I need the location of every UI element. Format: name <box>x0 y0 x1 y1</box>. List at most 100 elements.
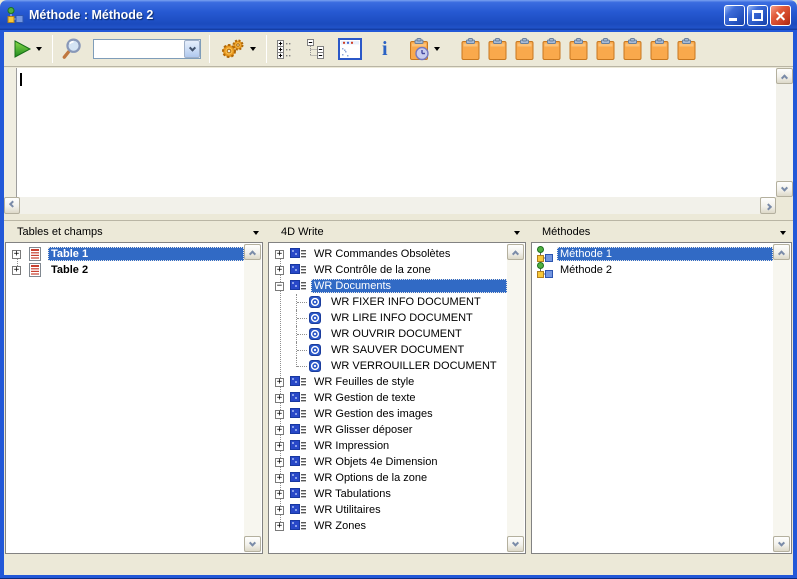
tree-item[interactable]: WR VERROUILLER DOCUMENT <box>270 358 507 374</box>
tree-item[interactable]: +WR Commandes Obsolètes <box>270 246 507 262</box>
expander-plus-icon[interactable]: + <box>275 506 284 515</box>
panel-menu-arrow-icon[interactable] <box>253 231 259 235</box>
tree-item-label: WR Tabulations <box>311 487 507 501</box>
minimize-icon <box>729 18 737 21</box>
tree-item[interactable]: +Table 2 <box>7 262 244 278</box>
tree-item[interactable]: +WR Zones <box>270 518 507 534</box>
tree-item[interactable]: +WR Glisser déposer <box>270 422 507 438</box>
expander-plus-icon[interactable]: + <box>275 426 284 435</box>
tree-item[interactable]: +WR Utilitaires <box>270 502 507 518</box>
tree-item[interactable]: +WR Options de la zone <box>270 470 507 486</box>
clipboard-icon <box>649 38 670 61</box>
tree-item[interactable]: Méthode 1 <box>533 246 773 262</box>
tree-item-label: Table 1 <box>48 247 244 261</box>
clipboard-history-button[interactable] <box>406 36 442 63</box>
close-button[interactable] <box>770 5 791 26</box>
run-method-button[interactable] <box>10 37 44 61</box>
panel-scrollbar[interactable] <box>507 244 524 552</box>
scroll-left-button[interactable] <box>4 197 20 214</box>
clipboard-button[interactable] <box>620 36 645 63</box>
expander-plus-icon[interactable]: + <box>275 458 284 467</box>
close-icon <box>775 10 786 21</box>
tree-item-label: Méthode 2 <box>557 263 773 277</box>
combo-dropdown-button[interactable] <box>184 40 200 58</box>
scroll-up-button[interactable] <box>244 244 261 260</box>
tree-item[interactable]: + WR Tabulations <box>270 486 507 502</box>
expand-all-button[interactable] <box>275 38 296 61</box>
expander-plus-icon[interactable]: + <box>275 378 284 387</box>
tree-item-label: WR Impression <box>311 439 507 453</box>
collapse-all-button[interactable] <box>304 37 328 61</box>
tree-item[interactable]: +WR Feuilles de style <box>270 374 507 390</box>
theme-icon <box>290 374 307 390</box>
scroll-down-button[interactable] <box>773 536 790 552</box>
tree-item[interactable]: WR FIXER INFO DOCUMENT <box>270 294 507 310</box>
macros-button[interactable] <box>218 36 258 62</box>
scroll-down-button[interactable] <box>244 536 261 552</box>
window-content: i <box>4 30 793 575</box>
tree-item[interactable]: +WR Gestion de texte <box>270 390 507 406</box>
theme-icon <box>290 454 307 470</box>
scroll-up-button[interactable] <box>773 244 790 260</box>
command-icon <box>307 310 324 326</box>
tree-item[interactable]: + WR Impression <box>270 438 507 454</box>
scroll-right-button[interactable] <box>760 197 776 214</box>
panel-scrollbar[interactable] <box>244 244 261 552</box>
expander-plus-icon[interactable]: + <box>275 394 284 403</box>
expander-plus-icon[interactable]: + <box>275 410 284 419</box>
clipboard-button[interactable] <box>458 36 483 63</box>
expander-plus-icon[interactable]: + <box>275 250 284 259</box>
method-icon <box>536 246 553 262</box>
editor-text-area[interactable] <box>18 68 776 197</box>
expander-plus-icon[interactable]: + <box>12 266 21 275</box>
tree-item[interactable]: WR OUVRIR DOCUMENT <box>270 326 507 342</box>
expander-plus-icon[interactable]: + <box>275 522 284 531</box>
scroll-up-button[interactable] <box>507 244 524 260</box>
chevron-down-icon <box>781 184 788 191</box>
panel-header-tables: Tables et champs <box>17 226 103 238</box>
panel-write: +WR Commandes Obsolètes+WR Contrôle de l… <box>268 242 526 554</box>
tree-item[interactable]: WR SAUVER DOCUMENT <box>270 342 507 358</box>
form-window-icon <box>338 38 362 60</box>
tree-item[interactable]: Méthode 2 <box>533 262 773 278</box>
editor-horizontal-scrollbar[interactable] <box>4 197 776 214</box>
panel-menu-arrow-icon[interactable] <box>780 231 786 235</box>
tree-branch <box>296 326 307 342</box>
tree-gutter: + <box>270 426 290 435</box>
method-editor[interactable] <box>4 68 793 214</box>
editor-vertical-scrollbar[interactable] <box>776 68 793 197</box>
clipboard-button[interactable] <box>674 36 699 63</box>
panel-header-methods: Méthodes <box>542 226 590 238</box>
expander-plus-icon[interactable]: + <box>275 474 284 483</box>
clipboard-icon <box>676 38 697 61</box>
tree-item[interactable]: +WR Contrôle de la zone <box>270 262 507 278</box>
clipboard-button[interactable] <box>566 36 591 63</box>
scroll-up-button[interactable] <box>776 68 793 84</box>
tree-item[interactable]: WR LIRE INFO DOCUMENT <box>270 310 507 326</box>
search-input[interactable] <box>94 40 184 58</box>
clipboard-button[interactable] <box>485 36 510 63</box>
info-button[interactable]: i <box>376 37 394 61</box>
expander-plus-icon[interactable]: + <box>275 266 284 275</box>
search-combobox[interactable] <box>93 39 201 59</box>
panel-menu-arrow-icon[interactable] <box>514 231 520 235</box>
tree-item[interactable]: +WR Gestion des images <box>270 406 507 422</box>
tree-item[interactable]: + Table 1 <box>7 246 244 262</box>
expander-minus-icon[interactable]: − <box>275 282 284 291</box>
panel-scrollbar[interactable] <box>773 244 790 552</box>
minimize-button[interactable] <box>724 5 745 26</box>
clipboard-button[interactable] <box>512 36 537 63</box>
scroll-down-button[interactable] <box>776 181 793 197</box>
clipboard-button[interactable] <box>593 36 618 63</box>
scroll-down-button[interactable] <box>507 536 524 552</box>
tree-item[interactable]: −WR Documents <box>270 278 507 294</box>
maximize-button[interactable] <box>747 5 768 26</box>
tree-item[interactable]: +WR Objets 4e Dimension <box>270 454 507 470</box>
clipboard-button[interactable] <box>647 36 672 63</box>
expander-plus-icon[interactable]: + <box>12 250 21 259</box>
clipboard-button[interactable] <box>539 36 564 63</box>
expander-plus-icon[interactable]: + <box>275 442 284 451</box>
form-window-button[interactable] <box>336 36 364 62</box>
expander-plus-icon[interactable]: + <box>275 490 284 499</box>
title-bar[interactable]: Méthode : Méthode 2 <box>0 0 797 30</box>
